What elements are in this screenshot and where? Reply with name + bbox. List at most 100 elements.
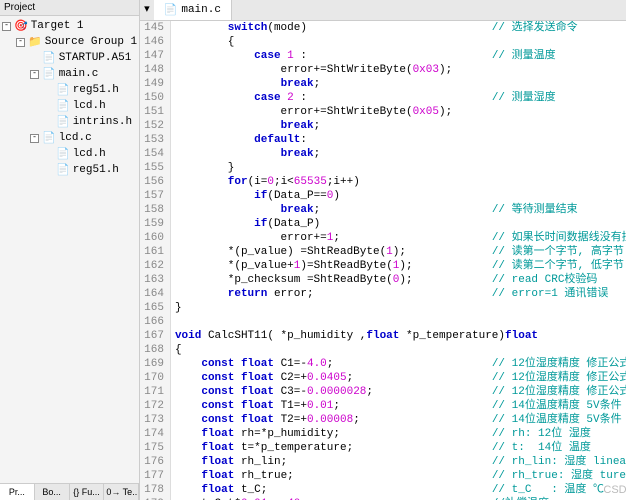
- line-number: 145: [144, 21, 164, 35]
- line-number-gutter: 1451461471481491501511521531541551561571…: [140, 21, 171, 500]
- line-number: 167: [144, 329, 164, 343]
- tree-label: reg51.h: [73, 164, 119, 176]
- line-number: 162: [144, 259, 164, 273]
- code-line[interactable]: *p_checksum =ShtReadByte(0); // read CRC…: [175, 273, 626, 287]
- code-editor[interactable]: 1451461471481491501511521531541551561571…: [140, 21, 626, 500]
- code-content[interactable]: switch(mode) // 选择发送命令 { case 1 : // 测量温…: [171, 21, 626, 500]
- line-number: 170: [144, 371, 164, 385]
- code-line[interactable]: error+=ShtWriteByte(0x05);: [175, 105, 626, 119]
- code-line[interactable]: const float T2=+0.00008; // 14位温度精度 5V条件…: [175, 413, 626, 427]
- line-number: 163: [144, 273, 164, 287]
- tree-node[interactable]: 📄reg51.h: [2, 162, 137, 178]
- code-line[interactable]: float rh_true; // rh_true: 湿度 ture值: [175, 469, 626, 483]
- code-line[interactable]: return error; // error=1 通讯错误: [175, 287, 626, 301]
- code-line[interactable]: const float C3=-0.0000028; // 12位湿度精度 修正…: [175, 385, 626, 399]
- line-number: 160: [144, 231, 164, 245]
- editor-tab-label: main.c: [181, 4, 221, 16]
- code-line[interactable]: break;: [175, 77, 626, 91]
- tree-node[interactable]: -📄main.c: [2, 66, 137, 82]
- code-line[interactable]: const float C1=-4.0; // 12位湿度精度 修正公式: [175, 357, 626, 371]
- code-line[interactable]: if(Data_P==0): [175, 189, 626, 203]
- line-number: 161: [144, 245, 164, 259]
- line-number: 166: [144, 315, 164, 329]
- tree-label: lcd.h: [73, 148, 106, 160]
- editor-tab-main-c[interactable]: 📄 main.c: [154, 0, 232, 20]
- tree-node[interactable]: 📄reg51.h: [2, 82, 137, 98]
- code-line[interactable]: for(i=0;i<65535;i++): [175, 175, 626, 189]
- tab-dropdown-icon[interactable]: ▾: [140, 0, 154, 20]
- line-number: 172: [144, 399, 164, 413]
- line-number: 146: [144, 35, 164, 49]
- file-h-icon: 📄: [56, 99, 70, 113]
- tree-toggle-icon[interactable]: -: [16, 38, 25, 47]
- target-icon: 🎯: [14, 19, 28, 33]
- line-number: 158: [144, 203, 164, 217]
- file-h-icon: 📄: [56, 115, 70, 129]
- line-number: 156: [144, 175, 164, 189]
- editor-area: ▾ 📄 main.c 14514614714814915015115215315…: [140, 0, 626, 500]
- tree-toggle-icon[interactable]: -: [30, 134, 39, 143]
- code-line[interactable]: *(p_value+1)=ShtReadByte(1); // 读第二个字节, …: [175, 259, 626, 273]
- editor-tab-bar: ▾ 📄 main.c: [140, 0, 626, 21]
- code-line[interactable]: float t=*p_temperature; // t: 14位 温度: [175, 441, 626, 455]
- code-line[interactable]: const float C2=+0.0405; // 12位湿度精度 修正公式: [175, 371, 626, 385]
- code-line[interactable]: }: [175, 301, 626, 315]
- sidebar-tab[interactable]: Pr...: [0, 484, 35, 500]
- code-line[interactable]: [175, 315, 626, 329]
- code-line[interactable]: *(p_value) =ShtReadByte(1); // 读第一个字节, 高…: [175, 245, 626, 259]
- line-number: 150: [144, 91, 164, 105]
- tree-node[interactable]: 📄lcd.h: [2, 98, 137, 114]
- code-line[interactable]: float rh_lin; // rh_lin: 湿度 linear值: [175, 455, 626, 469]
- line-number: 152: [144, 119, 164, 133]
- line-number: 153: [144, 133, 164, 147]
- sidebar-tab[interactable]: 0→ Te...: [104, 484, 139, 500]
- code-line[interactable]: case 1 : // 测量温度: [175, 49, 626, 63]
- code-line[interactable]: case 2 : // 测量湿度: [175, 91, 626, 105]
- code-line[interactable]: const float T1=+0.01; // 14位温度精度 5V条件 修正…: [175, 399, 626, 413]
- line-number: 165: [144, 301, 164, 315]
- tree-label: Target 1: [31, 20, 84, 32]
- sidebar-tab[interactable]: Bo...: [35, 484, 70, 500]
- code-line[interactable]: if(Data_P): [175, 217, 626, 231]
- code-line[interactable]: break;: [175, 119, 626, 133]
- line-number: 176: [144, 455, 164, 469]
- line-number: 173: [144, 413, 164, 427]
- code-line[interactable]: error+=ShtWriteByte(0x03);: [175, 63, 626, 77]
- code-line[interactable]: void CalcSHT11( *p_humidity ,float *p_te…: [175, 329, 626, 343]
- code-line[interactable]: float rh=*p_humidity; // rh: 12位 湿度: [175, 427, 626, 441]
- tree-node[interactable]: 📄STARTUP.A51: [2, 50, 137, 66]
- code-line[interactable]: error+=1; // 如果长时间数据线没有拉低, 说明测量错误: [175, 231, 626, 245]
- sidebar-tab[interactable]: {} Fu...: [70, 484, 105, 500]
- line-number: 178: [144, 483, 164, 497]
- file-c-icon: 📄: [42, 131, 56, 145]
- line-number: 159: [144, 217, 164, 231]
- tree-label: reg51.h: [73, 84, 119, 96]
- code-line[interactable]: break;: [175, 147, 626, 161]
- line-number: 175: [144, 441, 164, 455]
- tree-node[interactable]: 📄intrins.h: [2, 114, 137, 130]
- tree-node[interactable]: -📄lcd.c: [2, 130, 137, 146]
- tree-node[interactable]: -🎯Target 1: [2, 18, 137, 34]
- file-a-icon: 📄: [42, 51, 56, 65]
- code-line[interactable]: float t_C; // t_C : 温度 ℃: [175, 483, 626, 497]
- line-number: 148: [144, 63, 164, 77]
- file-h-icon: 📄: [56, 147, 70, 161]
- line-number: 164: [144, 287, 164, 301]
- line-number: 174: [144, 427, 164, 441]
- code-line[interactable]: {: [175, 35, 626, 49]
- code-line[interactable]: }: [175, 161, 626, 175]
- line-number: 169: [144, 357, 164, 371]
- tree-node[interactable]: -📁Source Group 1: [2, 34, 137, 50]
- line-number: 168: [144, 343, 164, 357]
- code-line[interactable]: default:: [175, 133, 626, 147]
- tree-toggle-icon[interactable]: -: [2, 22, 11, 31]
- tree-label: Source Group 1: [45, 36, 137, 48]
- tree-node[interactable]: 📄lcd.h: [2, 146, 137, 162]
- line-number: 154: [144, 147, 164, 161]
- tree-label: lcd.h: [73, 100, 106, 112]
- code-line[interactable]: {: [175, 343, 626, 357]
- code-line[interactable]: switch(mode) // 选择发送命令: [175, 21, 626, 35]
- tree-toggle-icon[interactable]: -: [30, 70, 39, 79]
- project-tree[interactable]: -🎯Target 1-📁Source Group 1📄STARTUP.A51-📄…: [0, 16, 139, 483]
- code-line[interactable]: break; // 等待测量结束: [175, 203, 626, 217]
